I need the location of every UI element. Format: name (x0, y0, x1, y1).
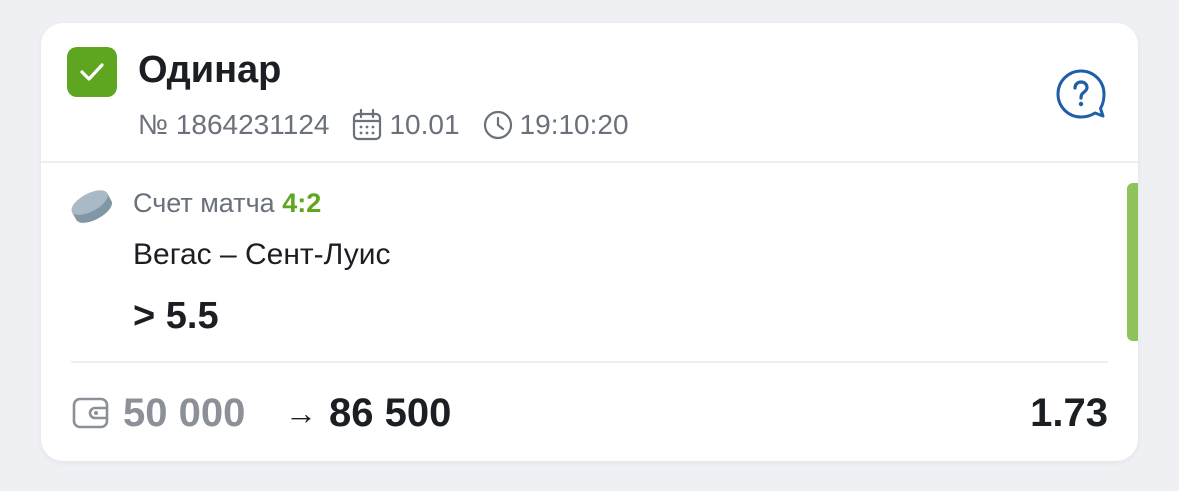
bet-card: Одинар № 1864231124 10.01 19:10:20 Счет … (41, 23, 1138, 461)
bet-time: 19:10:20 (482, 109, 629, 141)
bet-outcome: > 5.5 (133, 295, 219, 337)
market-label: Счет матча (133, 188, 275, 218)
bet-footer: 50 000 → 86 500 1.73 (71, 389, 1108, 437)
match-score: 4:2 (282, 188, 322, 218)
hockey-puck-icon (69, 187, 115, 232)
match-name[interactable]: Вегас – Сент-Луис (133, 235, 390, 275)
check-icon[interactable] (67, 47, 117, 97)
status-indicator-bar (1127, 183, 1138, 341)
bet-number: № 1864231124 (138, 109, 330, 140)
coefficient: 1.73 (1030, 391, 1108, 435)
clock-icon (483, 110, 512, 140)
stake-amount: 50 000 (123, 391, 246, 435)
bet-time-text: 19:10:20 (519, 109, 629, 140)
bet-date-text: 10.01 (389, 109, 460, 140)
divider (71, 361, 1108, 363)
arrow-right-icon: → (285, 395, 317, 431)
help-bubble-icon[interactable] (1055, 68, 1107, 120)
bet-date: 10.01 (351, 108, 460, 142)
bet-meta: № 1864231124 10.01 19:10:20 (138, 107, 629, 143)
bet-type-title: Одинар (138, 49, 282, 91)
bet-header: Одинар № 1864231124 10.01 19:10:20 (41, 23, 1138, 163)
calendar-icon (353, 108, 382, 141)
potential-win-amount: 86 500 (329, 391, 452, 435)
wallet-icon (71, 393, 111, 438)
market-line: Счет матча 4:2 (133, 185, 321, 221)
